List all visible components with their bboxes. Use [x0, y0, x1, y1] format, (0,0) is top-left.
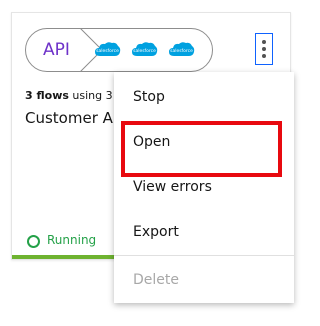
overflow-menu-vertical-icon	[262, 40, 266, 44]
salesforce-logo-text: salesforce	[170, 48, 193, 54]
flow-pill: API salesforce salesforce salesforce	[25, 28, 213, 72]
overflow-menu-vertical-icon	[262, 54, 266, 58]
salesforce-logo: salesforce	[169, 42, 195, 56]
menu-item-export[interactable]: Export	[114, 211, 294, 255]
menu-item-label: Export	[133, 224, 179, 240]
menu-item-stop[interactable]: Stop	[114, 76, 294, 120]
flows-count: 3 flows using 3 a	[25, 89, 123, 102]
salesforce-logo: salesforce	[95, 42, 121, 56]
api-label: API	[43, 40, 70, 60]
overflow-menu-button[interactable]	[255, 33, 273, 65]
highlight-box	[121, 121, 282, 177]
status-text: Running	[47, 233, 97, 247]
salesforce-logo-text: salesforce	[133, 48, 156, 54]
menu-divider	[114, 255, 294, 256]
menu-item-label: Stop	[133, 89, 165, 105]
overflow-menu: Stop Open View errors Export Delete	[114, 72, 294, 303]
menu-item-delete: Delete	[114, 259, 294, 303]
status-circle-icon	[27, 235, 40, 248]
menu-item-label: Delete	[133, 272, 179, 288]
menu-item-label: View errors	[133, 179, 212, 195]
salesforce-logo-text: salesforce	[96, 48, 119, 54]
card-title: Customer AP	[25, 109, 122, 127]
overflow-menu-vertical-icon	[262, 47, 266, 51]
flows-count-bold: 3 flows	[25, 89, 69, 102]
salesforce-logo: salesforce	[132, 42, 158, 56]
